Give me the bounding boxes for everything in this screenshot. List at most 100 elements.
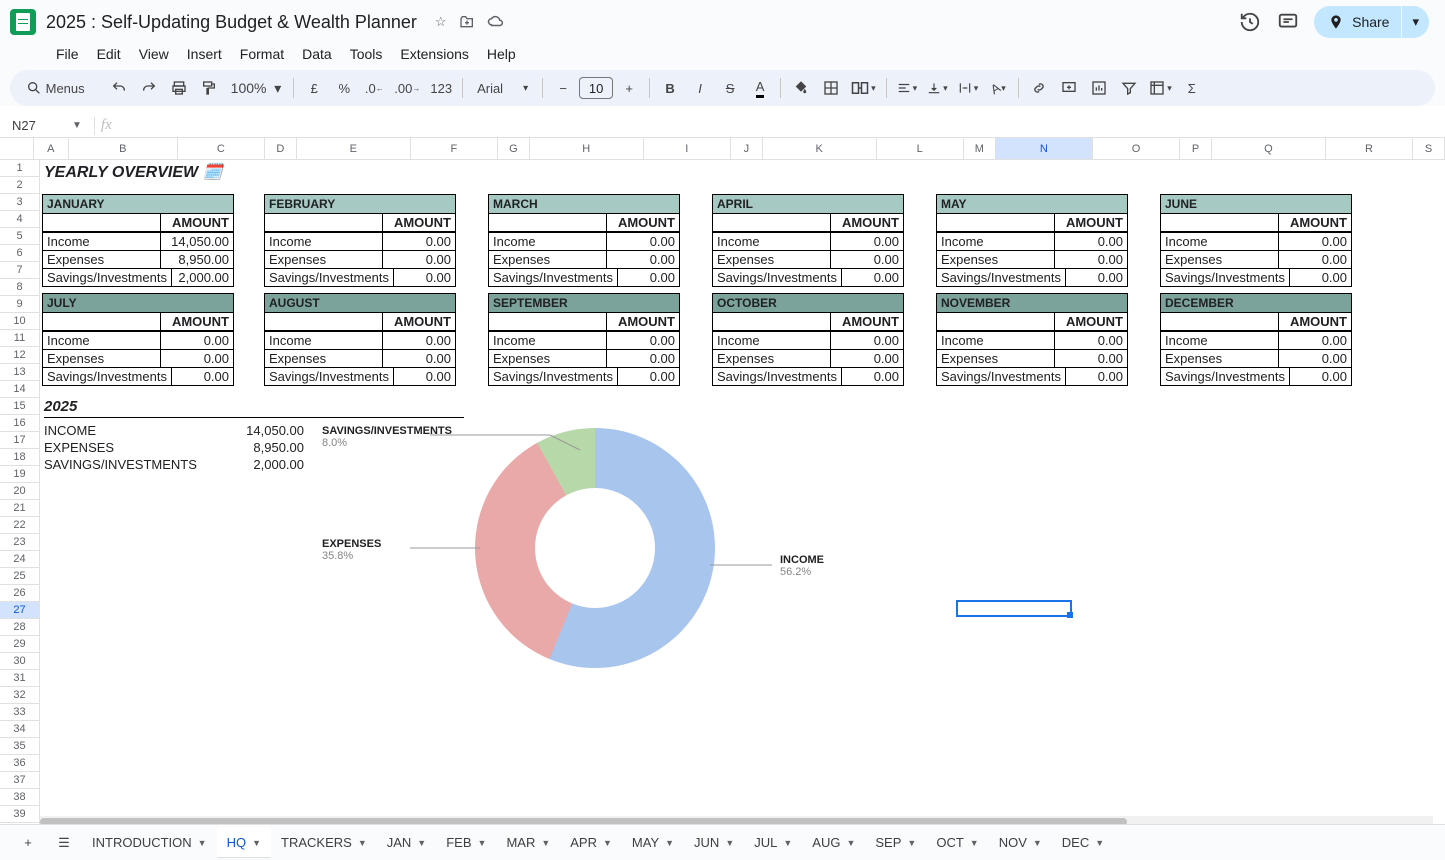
zoom-select[interactable]: 100% ▾ bbox=[225, 74, 288, 102]
col-header-H[interactable]: H bbox=[530, 138, 644, 159]
search-menus[interactable]: Menus bbox=[22, 74, 89, 102]
star-icon[interactable]: ☆ bbox=[435, 14, 447, 30]
row-header-15[interactable]: 15 bbox=[0, 398, 39, 415]
font-size-input[interactable]: 10 bbox=[579, 77, 613, 99]
row-header-10[interactable]: 10 bbox=[0, 313, 39, 330]
name-box-caret[interactable]: ▼ bbox=[66, 120, 88, 131]
menu-edit[interactable]: Edit bbox=[89, 42, 129, 66]
sheet-tab-nov[interactable]: NOV▼ bbox=[989, 827, 1052, 858]
currency-button[interactable]: £ bbox=[300, 74, 328, 102]
increase-font-button[interactable]: + bbox=[615, 74, 643, 102]
text-color-button[interactable]: A bbox=[746, 74, 774, 102]
row-header-6[interactable]: 6 bbox=[0, 245, 39, 262]
document-title[interactable]: 2025 : Self-Updating Budget & Wealth Pla… bbox=[46, 12, 417, 33]
sheet-tab-feb[interactable]: FEB▼ bbox=[436, 827, 496, 858]
row-header-9[interactable]: 9 bbox=[0, 296, 39, 313]
sheet-tab-trackers[interactable]: TRACKERS▼ bbox=[271, 827, 377, 858]
col-header-N[interactable]: N bbox=[996, 138, 1093, 159]
col-header-J[interactable]: J bbox=[731, 138, 763, 159]
decrease-decimal-button[interactable]: .0← bbox=[360, 74, 388, 102]
col-header-F[interactable]: F bbox=[411, 138, 498, 159]
row-header-11[interactable]: 11 bbox=[0, 330, 39, 347]
col-header-B[interactable]: B bbox=[69, 138, 178, 159]
print-button[interactable] bbox=[165, 74, 193, 102]
share-caret[interactable]: ▾ bbox=[1402, 6, 1429, 38]
sheet-tab-sep[interactable]: SEP▼ bbox=[865, 827, 926, 858]
select-all-cell[interactable] bbox=[0, 138, 34, 159]
sheet-tab-may[interactable]: MAY▼ bbox=[622, 827, 684, 858]
col-header-I[interactable]: I bbox=[644, 138, 731, 159]
menu-tools[interactable]: Tools bbox=[342, 42, 391, 66]
decrease-font-button[interactable]: − bbox=[549, 74, 577, 102]
merge-button[interactable]: ▾ bbox=[847, 74, 880, 102]
borders-button[interactable] bbox=[817, 74, 845, 102]
col-header-D[interactable]: D bbox=[265, 138, 297, 159]
functions-button[interactable]: Σ bbox=[1178, 74, 1206, 102]
row-header-29[interactable]: 29 bbox=[0, 636, 39, 653]
row-header-36[interactable]: 36 bbox=[0, 755, 39, 772]
row-header-31[interactable]: 31 bbox=[0, 670, 39, 687]
increase-decimal-button[interactable]: .00→ bbox=[390, 74, 424, 102]
col-header-Q[interactable]: Q bbox=[1212, 138, 1326, 159]
sheet-tab-aug[interactable]: AUG▼ bbox=[802, 827, 865, 858]
menu-extensions[interactable]: Extensions bbox=[392, 42, 476, 66]
row-header-22[interactable]: 22 bbox=[0, 517, 39, 534]
move-icon[interactable] bbox=[459, 14, 475, 30]
row-header-5[interactable]: 5 bbox=[0, 228, 39, 245]
more-formats-button[interactable]: 123 bbox=[426, 74, 456, 102]
comment-icon[interactable] bbox=[1276, 10, 1300, 34]
sheet-tab-mar[interactable]: MAR▼ bbox=[496, 827, 560, 858]
filter-views-button[interactable]: ▾ bbox=[1145, 74, 1176, 102]
row-header-21[interactable]: 21 bbox=[0, 500, 39, 517]
col-header-S[interactable]: S bbox=[1413, 138, 1445, 159]
sheet-tab-jan[interactable]: JAN▼ bbox=[377, 827, 436, 858]
row-header-16[interactable]: 16 bbox=[0, 415, 39, 432]
add-sheet-button[interactable]: + bbox=[10, 825, 46, 860]
row-header-18[interactable]: 18 bbox=[0, 449, 39, 466]
percent-button[interactable]: % bbox=[330, 74, 358, 102]
strikethrough-button[interactable]: S bbox=[716, 74, 744, 102]
row-header-17[interactable]: 17 bbox=[0, 432, 39, 449]
col-header-E[interactable]: E bbox=[297, 138, 411, 159]
col-header-K[interactable]: K bbox=[763, 138, 877, 159]
row-header-23[interactable]: 23 bbox=[0, 534, 39, 551]
row-header-30[interactable]: 30 bbox=[0, 653, 39, 670]
all-sheets-button[interactable]: ☰ bbox=[46, 825, 82, 860]
paint-format-button[interactable] bbox=[195, 74, 223, 102]
rotate-button[interactable]: A▾ bbox=[984, 74, 1012, 102]
h-align-button[interactable]: ▾ bbox=[893, 74, 922, 102]
row-header-3[interactable]: 3 bbox=[0, 194, 39, 211]
row-header-7[interactable]: 7 bbox=[0, 262, 39, 279]
col-header-P[interactable]: P bbox=[1180, 138, 1212, 159]
row-header-28[interactable]: 28 bbox=[0, 619, 39, 636]
donut-chart[interactable] bbox=[475, 428, 715, 668]
col-header-R[interactable]: R bbox=[1326, 138, 1413, 159]
v-align-button[interactable]: ▾ bbox=[923, 74, 952, 102]
link-button[interactable] bbox=[1025, 74, 1053, 102]
cloud-icon[interactable] bbox=[487, 14, 505, 30]
row-header-37[interactable]: 37 bbox=[0, 772, 39, 789]
sheets-logo[interactable] bbox=[10, 9, 36, 35]
sheet-tab-jul[interactable]: JUL▼ bbox=[744, 827, 802, 858]
row-header-33[interactable]: 33 bbox=[0, 704, 39, 721]
sheet-tab-apr[interactable]: APR▼ bbox=[560, 827, 622, 858]
row-header-24[interactable]: 24 bbox=[0, 551, 39, 568]
row-header-32[interactable]: 32 bbox=[0, 687, 39, 704]
row-header-8[interactable]: 8 bbox=[0, 279, 39, 296]
menu-insert[interactable]: Insert bbox=[179, 42, 230, 66]
row-header-14[interactable]: 14 bbox=[0, 381, 39, 398]
insert-chart-button[interactable] bbox=[1085, 74, 1113, 102]
row-header-27[interactable]: 27 bbox=[0, 602, 39, 619]
row-header-4[interactable]: 4 bbox=[0, 211, 39, 228]
fill-color-button[interactable] bbox=[787, 74, 815, 102]
menu-help[interactable]: Help bbox=[479, 42, 524, 66]
menu-view[interactable]: View bbox=[131, 42, 177, 66]
selected-cell[interactable] bbox=[956, 600, 1072, 617]
row-header-34[interactable]: 34 bbox=[0, 721, 39, 738]
sheet-tab-oct[interactable]: OCT▼ bbox=[926, 827, 988, 858]
sheet-tab-hq[interactable]: HQ▼ bbox=[217, 827, 271, 858]
row-header-19[interactable]: 19 bbox=[0, 466, 39, 483]
sheet-tab-dec[interactable]: DEC▼ bbox=[1052, 827, 1114, 858]
row-header-2[interactable]: 2 bbox=[0, 177, 39, 194]
italic-button[interactable]: I bbox=[686, 74, 714, 102]
